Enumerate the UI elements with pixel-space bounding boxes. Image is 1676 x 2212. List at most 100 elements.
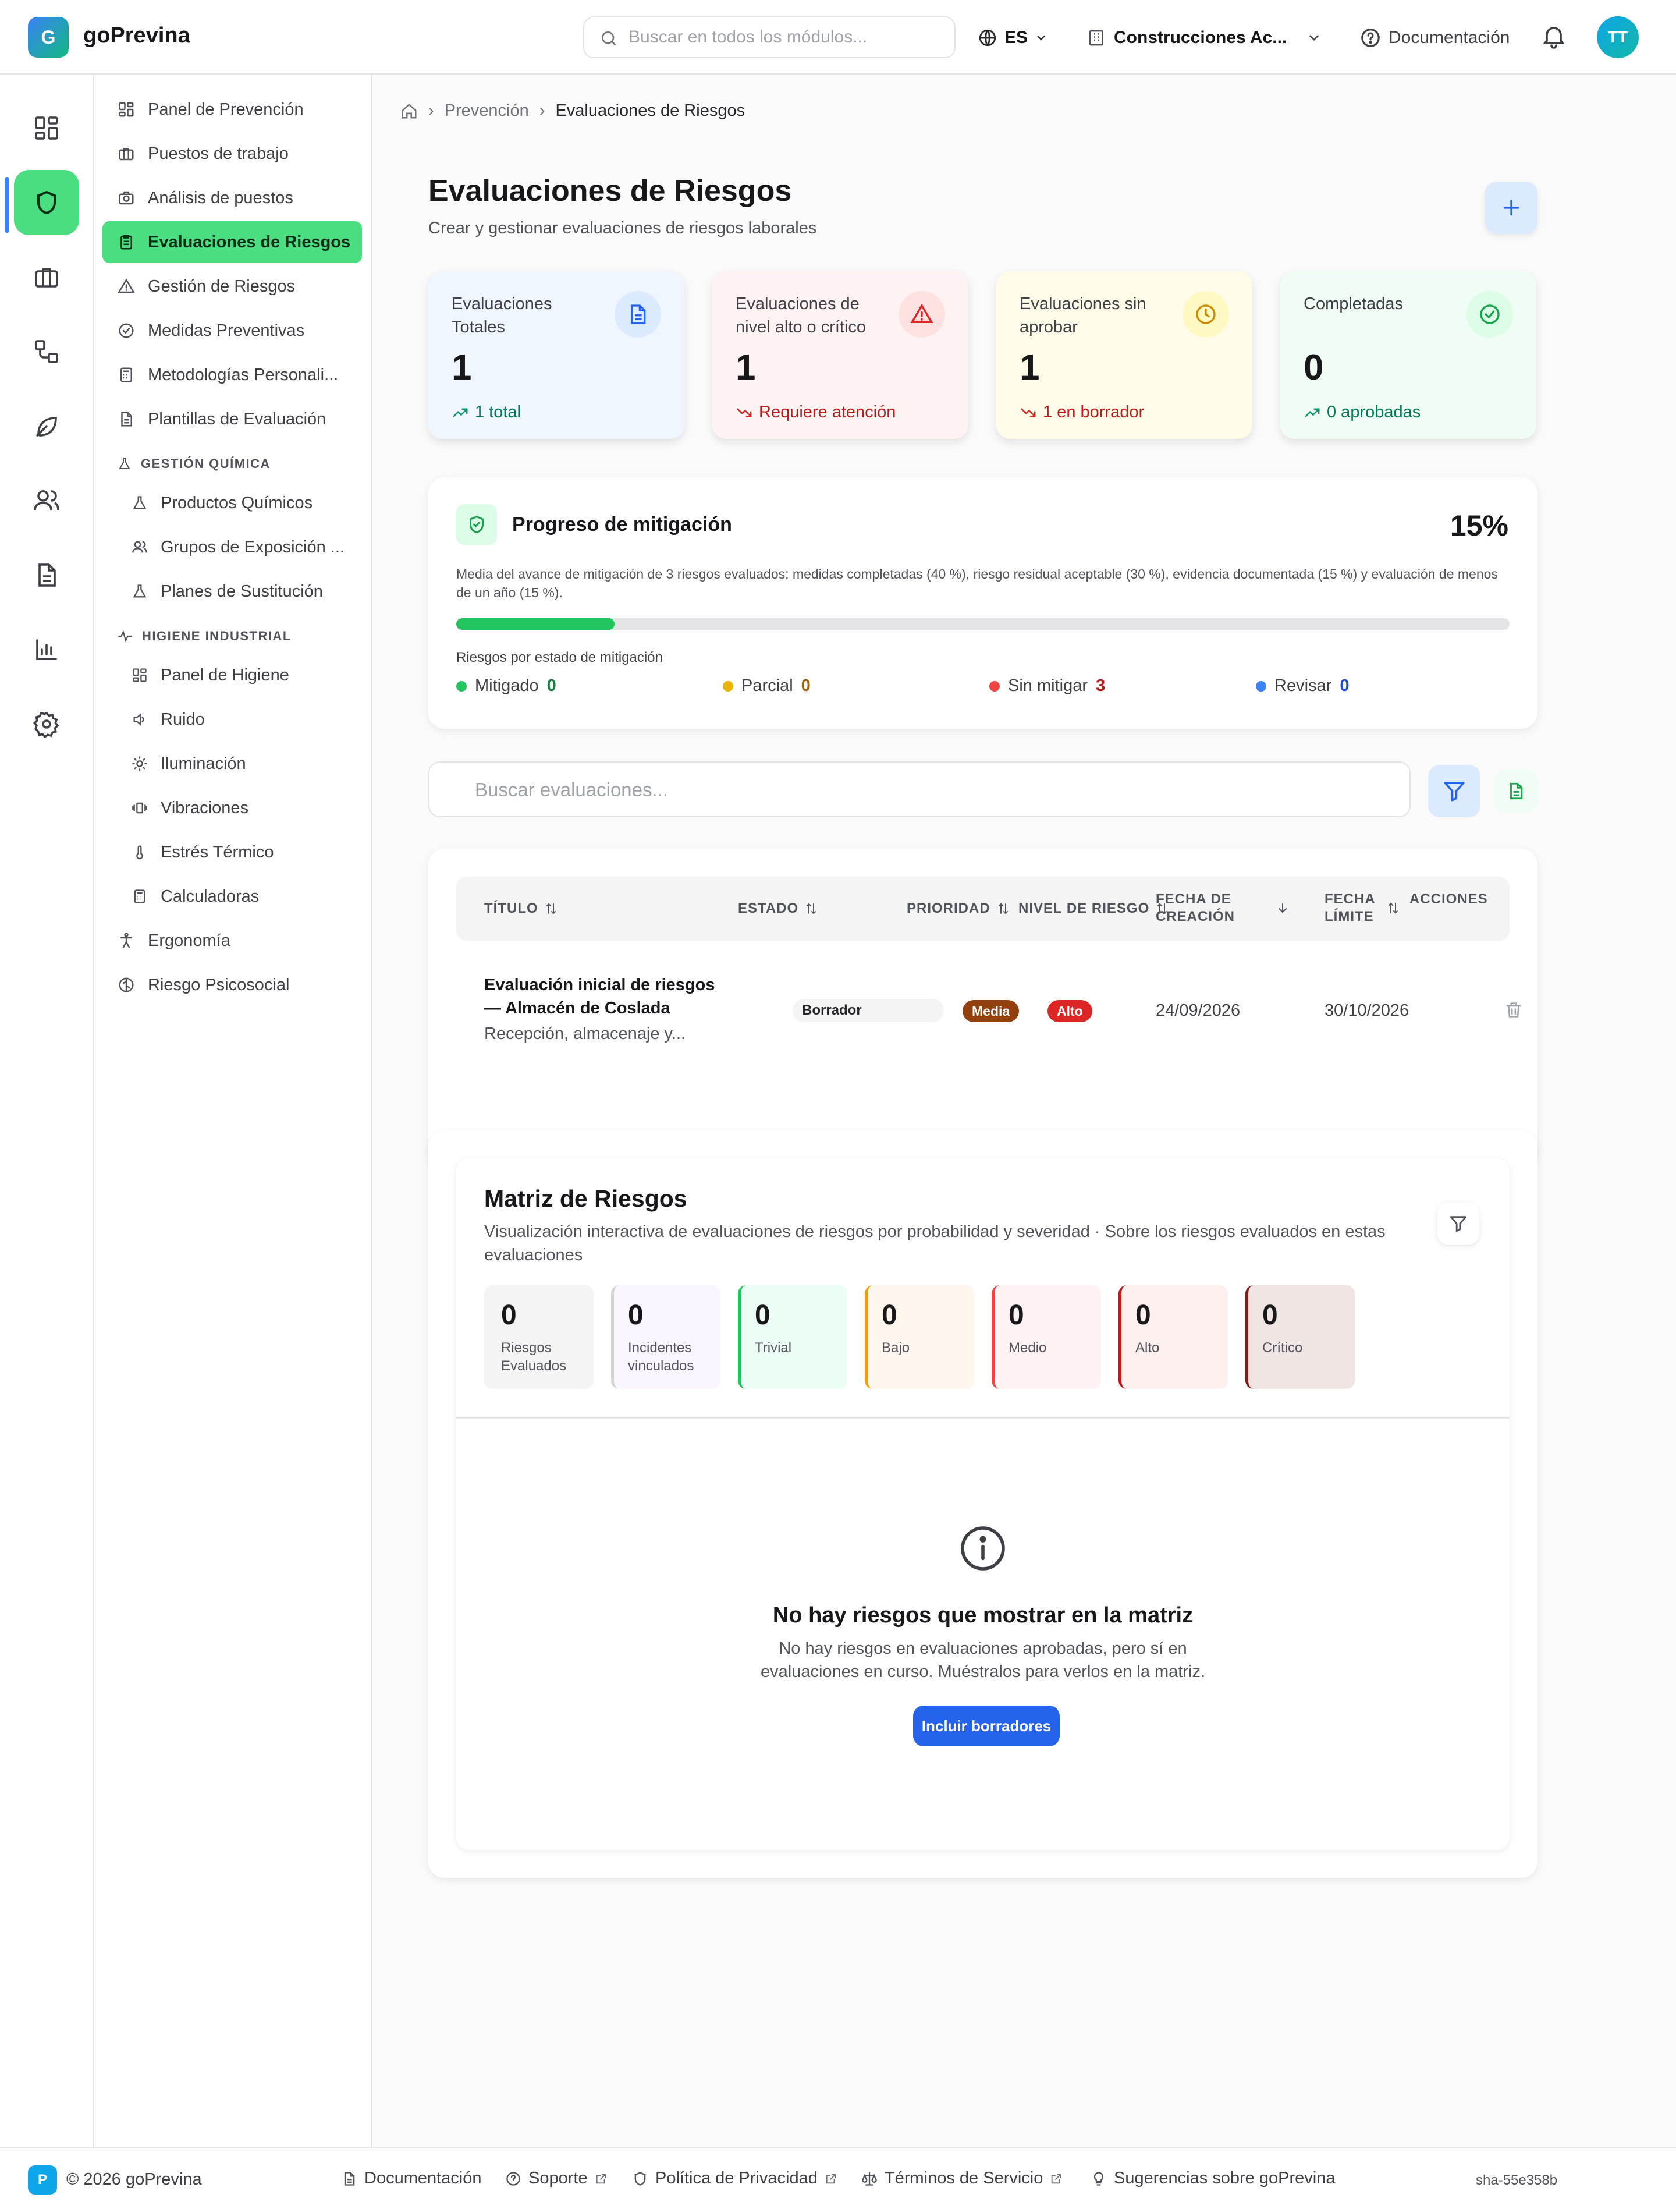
sidebar-item-planes-sustitucion[interactable]: Planes de Sustitución	[102, 570, 362, 612]
stat-value: 1	[452, 348, 472, 388]
workflow-icon	[33, 338, 61, 366]
matrix-stat-value: 0	[1009, 1300, 1024, 1331]
chevron-down-icon	[1306, 30, 1322, 45]
sidebar-item-panel-higiene[interactable]: Panel de Higiene	[102, 654, 362, 696]
footer-link-terminos[interactable]: Términos de Servicio	[861, 2169, 1063, 2188]
sidebar-item-metodologias[interactable]: Metodologías Personali...	[102, 354, 362, 396]
mitigation-percent: 15%	[1450, 509, 1508, 542]
language-selector[interactable]: ES	[978, 23, 1048, 52]
stat-trend-text: 1 total	[475, 403, 521, 421]
table-header: TÍTULO ESTADO PRIORIDAD NIVEL DE RIESGO …	[456, 877, 1510, 941]
footer-link-sugerencias[interactable]: Sugerencias sobre goPrevina	[1091, 2169, 1335, 2188]
globe-icon	[978, 28, 997, 48]
global-search-input[interactable]	[628, 26, 943, 49]
app-name[interactable]: goPrevina	[83, 23, 190, 48]
sidebar-item-analisis[interactable]: Análisis de puestos	[102, 177, 362, 219]
sidebar-item-medidas[interactable]: Medidas Preventivas	[102, 310, 362, 352]
sidebar-item-productos-quimicos[interactable]: Productos Químicos	[102, 482, 362, 524]
footer: P © 2026 goPrevina Documentación Soporte…	[0, 2147, 1676, 2212]
matrix-stat-label: Incidentes vinculados	[628, 1340, 694, 1374]
sidebar-item-ruido[interactable]: Ruido	[102, 699, 362, 740]
section-label: GESTIÓN QUÍMICA	[141, 456, 271, 471]
rail-people[interactable]	[14, 468, 79, 533]
section-gestion-quimica: GESTIÓN QUÍMICA	[118, 456, 271, 472]
matrix-stat-evaluados[interactable]: 0 Riesgos Evaluados	[484, 1285, 594, 1389]
rail-dashboard[interactable]	[14, 95, 79, 161]
check-circle-icon	[118, 322, 135, 339]
matrix-stat-incidentes[interactable]: 0 Incidentes vinculados	[611, 1285, 720, 1389]
sidebar-item-riesgo-psicosocial[interactable]: Riesgo Psicosocial	[102, 964, 362, 1006]
documentation-link[interactable]: Documentación	[1359, 23, 1510, 52]
help-circle-icon	[1359, 27, 1382, 49]
sidebar-item-puestos[interactable]: Puestos de trabajo	[102, 133, 362, 175]
sidebar-item-calculadoras[interactable]: Calculadoras	[102, 875, 362, 917]
column-prioridad[interactable]: PRIORIDAD	[907, 900, 1010, 917]
column-titulo[interactable]: TÍTULO	[484, 900, 558, 917]
legend-count: 0	[1340, 676, 1350, 695]
user-avatar[interactable]: TT	[1597, 16, 1639, 58]
filter-button[interactable]	[1428, 765, 1480, 817]
stat-icon-circle	[1466, 291, 1513, 338]
matrix-stat-critico[interactable]: 0 Crítico	[1245, 1285, 1355, 1389]
sidebar-item-ergonomia[interactable]: Ergonomía	[102, 920, 362, 962]
matrix-stat-medio[interactable]: 0 Medio	[992, 1285, 1101, 1389]
column-nivel-riesgo[interactable]: NIVEL DE RIESGO	[1018, 900, 1169, 917]
stat-trend: 1 total	[452, 403, 521, 422]
evaluations-search[interactable]	[428, 761, 1411, 817]
company-selector[interactable]: Construcciones Ac...	[1087, 23, 1322, 52]
sidebar-item-iluminacion[interactable]: Iluminación	[102, 743, 362, 785]
row-title[interactable]: Evaluación inicial de riesgos — Almacén …	[484, 973, 729, 1020]
sidebar-item-panel-prevencion[interactable]: Panel de Prevención	[102, 88, 362, 130]
thermometer-icon	[132, 844, 148, 860]
sidebar-item-plantillas[interactable]: Plantillas de Evaluación	[102, 398, 362, 440]
stat-value: 1	[736, 348, 756, 388]
legend-mitigado: Mitigado 0	[456, 676, 556, 696]
rail-environment[interactable]	[14, 394, 79, 459]
breadcrumb-item[interactable]: Prevención	[445, 101, 529, 120]
sidebar-item-label: Medidas Preventivas	[148, 321, 305, 340]
sidebar-item-gestion-riesgos[interactable]: Gestión de Riesgos	[102, 265, 362, 307]
add-evaluation-button[interactable]	[1485, 182, 1537, 234]
app-logo[interactable]: G	[28, 17, 69, 58]
column-estado[interactable]: ESTADO	[738, 900, 818, 917]
footer-link-soporte[interactable]: Soporte	[505, 2169, 608, 2188]
export-button[interactable]	[1494, 770, 1537, 813]
evaluations-search-input[interactable]	[475, 775, 1383, 804]
sidebar-item-evaluaciones[interactable]: Evaluaciones de Riesgos	[102, 221, 362, 263]
building-icon	[1087, 29, 1106, 47]
rail-settings[interactable]	[14, 692, 79, 757]
sort-icon	[996, 902, 1010, 916]
stat-value: 1	[1020, 348, 1040, 388]
footer-link-documentacion[interactable]: Documentación	[341, 2169, 482, 2188]
column-label: PRIORIDAD	[907, 901, 990, 916]
spreadsheet-icon	[1506, 781, 1526, 801]
rail-workflow[interactable]	[14, 319, 79, 384]
matrix-filter-button[interactable]	[1437, 1203, 1479, 1245]
global-search[interactable]	[583, 16, 956, 58]
sidebar-item-label: Ruido	[161, 710, 205, 729]
document-icon	[626, 303, 649, 326]
matrix-stat-bajo[interactable]: 0 Bajo	[865, 1285, 974, 1389]
rail-documents[interactable]	[14, 543, 79, 608]
rail-reports[interactable]	[14, 617, 79, 682]
sidebar-item-estres-termico[interactable]: Estrés Térmico	[102, 831, 362, 873]
sidebar-item-grupos-exposicion[interactable]: Grupos de Exposición ...	[102, 526, 362, 568]
matrix-stat-alto[interactable]: 0 Alto	[1118, 1285, 1228, 1389]
footer-link-privacidad[interactable]: Política de Privacidad	[632, 2169, 837, 2188]
include-drafts-button[interactable]: Incluir borradores	[913, 1706, 1060, 1746]
column-fecha-limite[interactable]: FECHA LÍMITE	[1325, 891, 1404, 926]
sidebar-item-label: Estrés Térmico	[161, 842, 274, 862]
sun-icon	[132, 756, 148, 772]
stat-trend: 1 en borrador	[1020, 403, 1144, 422]
main-content: › Prevención › Evaluaciones de Riesgos E…	[372, 75, 1676, 2147]
rail-jobs[interactable]	[14, 244, 79, 310]
sidebar-item-vibraciones[interactable]: Vibraciones	[102, 787, 362, 829]
bell-icon[interactable]	[1540, 22, 1568, 50]
rail-prevention[interactable]	[14, 170, 79, 235]
matrix-stat-trivial[interactable]: 0 Trivial	[738, 1285, 847, 1389]
column-fecha-creacion[interactable]: FECHA DE CREACIÓN	[1156, 891, 1301, 926]
sidebar-item-label: Evaluaciones de Riesgos	[148, 232, 351, 251]
trash-icon[interactable]	[1504, 1000, 1524, 1020]
home-icon[interactable]	[400, 102, 418, 120]
stat-card-high-risk: Evaluaciones de nivel alto o crítico 1 R…	[712, 271, 968, 439]
